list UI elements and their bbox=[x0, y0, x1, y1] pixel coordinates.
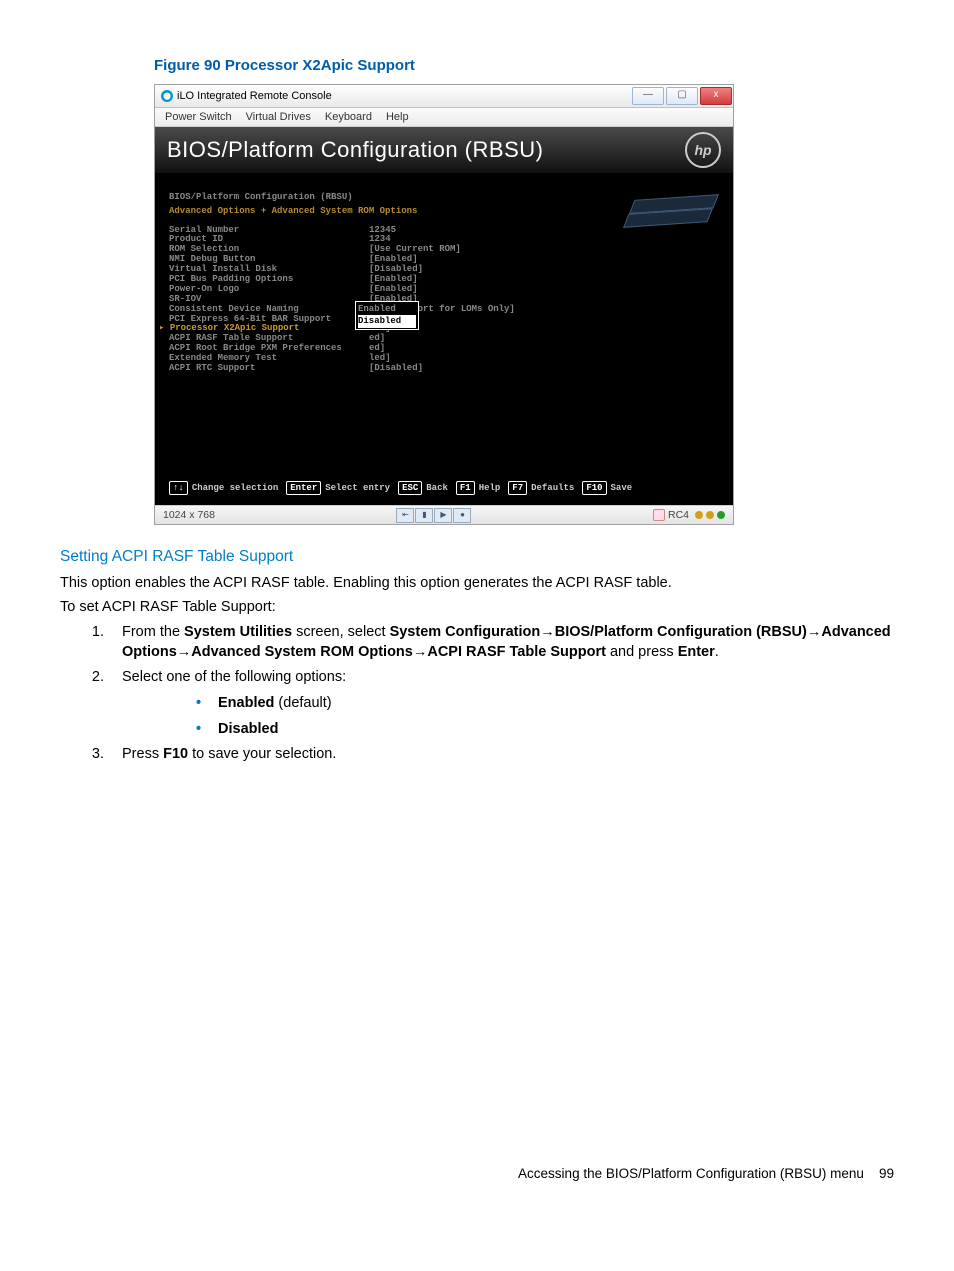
key-f7: F7 bbox=[508, 481, 527, 495]
window-maximize-button[interactable]: ▢ bbox=[666, 87, 698, 105]
popup-option-disabled[interactable]: Disabled bbox=[358, 315, 416, 327]
key-enter-label: Select entry bbox=[325, 482, 390, 494]
option-popup[interactable]: Enabled Disabled bbox=[355, 301, 419, 329]
lock-icon bbox=[653, 509, 665, 521]
status-led-1 bbox=[695, 511, 703, 519]
option-disabled: Disabled bbox=[182, 720, 894, 740]
status-led-3 bbox=[717, 511, 725, 519]
key-f7-label: Defaults bbox=[531, 482, 574, 494]
t: F10 bbox=[163, 746, 188, 762]
t: Enter bbox=[678, 644, 715, 660]
t: to save your selection. bbox=[188, 746, 336, 762]
key-f1: F1 bbox=[456, 481, 475, 495]
bios-breadcrumb-root: BIOS/Platform Configuration (RBSU) bbox=[169, 191, 719, 203]
bios-header: BIOS/Platform Configuration (RBSU) hp bbox=[155, 127, 733, 173]
key-f10: F10 bbox=[582, 481, 606, 495]
bios-screen: BIOS/Platform Configuration (RBSU) hp BI… bbox=[155, 127, 733, 505]
status-led-2 bbox=[706, 511, 714, 519]
bios-option-value: [Disabled] bbox=[369, 364, 529, 374]
arrow-icon: → bbox=[540, 624, 555, 640]
t: Advanced System ROM Options bbox=[191, 644, 413, 660]
bios-option-value: ed] bbox=[369, 344, 529, 354]
section-heading: Setting ACPI RASF Table Support bbox=[60, 547, 894, 568]
t: BIOS/Platform Configuration (RBSU) bbox=[555, 624, 807, 640]
key-f10-label: Save bbox=[611, 482, 633, 494]
menu-keyboard[interactable]: Keyboard bbox=[325, 110, 372, 125]
bios-breadcrumb-path: Advanced Options + Advanced System ROM O… bbox=[169, 205, 719, 217]
step-2: Select one of the following options: Ena… bbox=[108, 668, 894, 739]
status-btn-2[interactable]: ▮ bbox=[415, 508, 433, 523]
t: ACPI RASF Table Support bbox=[427, 644, 606, 660]
menu-virtual-drives[interactable]: Virtual Drives bbox=[246, 110, 311, 125]
hp-logo-icon: hp bbox=[685, 132, 721, 168]
menu-power-switch[interactable]: Power Switch bbox=[165, 110, 232, 125]
status-resolution: 1024 x 768 bbox=[163, 508, 215, 522]
window-close-button[interactable]: x bbox=[700, 87, 732, 105]
key-esc-label: Back bbox=[426, 482, 448, 494]
step-1: From the System Utilities screen, select… bbox=[108, 623, 894, 662]
arrow-icon: → bbox=[413, 644, 428, 660]
bios-option-value: ed] bbox=[369, 334, 529, 344]
window-minimize-button[interactable]: — bbox=[632, 87, 664, 105]
key-f1-label: Help bbox=[479, 482, 501, 494]
figure-caption: Figure 90 Processor X2Apic Support bbox=[154, 56, 894, 76]
window-menubar: Power Switch Virtual Drives Keyboard Hel… bbox=[155, 108, 733, 127]
popup-option-enabled[interactable]: Enabled bbox=[358, 303, 416, 315]
arrow-icon: → bbox=[807, 624, 822, 640]
bios-key-hints: ↑↓ Change selection Enter Select entry ESC… bbox=[169, 481, 719, 495]
step-3: Press F10 to save your selection. bbox=[108, 745, 894, 765]
t: (default) bbox=[274, 695, 331, 711]
arrow-icon: → bbox=[177, 644, 192, 660]
option-enabled: Enabled (default) bbox=[182, 694, 894, 714]
t: . bbox=[715, 644, 719, 660]
screenshot-window: ⬤ iLO Integrated Remote Console — ▢ x Po… bbox=[154, 84, 734, 525]
status-rc: RC4 bbox=[668, 508, 689, 522]
window-titlebar: ⬤ iLO Integrated Remote Console — ▢ x bbox=[155, 85, 733, 108]
t: From the bbox=[122, 624, 184, 640]
status-btn-3[interactable]: ▶ bbox=[434, 508, 452, 523]
footer-text: Accessing the BIOS/Platform Configuratio… bbox=[518, 1166, 864, 1181]
t: and press bbox=[606, 644, 678, 660]
bios-option-table: Serial NumberProduct IDROM SelectionNMI … bbox=[169, 226, 719, 374]
bios-option-value: 12345 bbox=[369, 226, 529, 236]
status-bar: 1024 x 768 ⇤ ▮ ▶ ● RC4 bbox=[155, 505, 733, 524]
section-lead: To set ACPI RASF Table Support: bbox=[60, 598, 894, 618]
hp-small-icon: ⬤ bbox=[161, 90, 173, 102]
t: Select one of the following options: bbox=[122, 669, 346, 685]
key-updown-label: Change selection bbox=[192, 482, 278, 494]
t: System Utilities bbox=[184, 624, 292, 640]
bios-title: BIOS/Platform Configuration (RBSU) bbox=[167, 135, 543, 165]
key-updown: ↑↓ bbox=[169, 481, 188, 495]
t: System Configuration bbox=[390, 624, 541, 640]
page-number: 99 bbox=[879, 1166, 894, 1181]
steps-list: From the System Utilities screen, select… bbox=[60, 623, 894, 764]
status-btn-1[interactable]: ⇤ bbox=[396, 508, 414, 523]
key-enter: Enter bbox=[286, 481, 321, 495]
menu-help[interactable]: Help bbox=[386, 110, 409, 125]
t: Disabled bbox=[218, 721, 278, 737]
t: screen, select bbox=[292, 624, 390, 640]
section-intro: This option enables the ACPI RASF table.… bbox=[60, 574, 894, 594]
key-esc: ESC bbox=[398, 481, 422, 495]
status-button-group: ⇤ ▮ ▶ ● bbox=[396, 508, 471, 523]
window-title: iLO Integrated Remote Console bbox=[177, 89, 332, 104]
t: Press bbox=[122, 746, 163, 762]
page-footer: Accessing the BIOS/Platform Configuratio… bbox=[60, 1165, 894, 1183]
status-btn-4[interactable]: ● bbox=[453, 508, 471, 523]
bios-option-label[interactable]: ACPI RTC Support bbox=[169, 364, 369, 374]
t: Enabled bbox=[218, 695, 274, 711]
